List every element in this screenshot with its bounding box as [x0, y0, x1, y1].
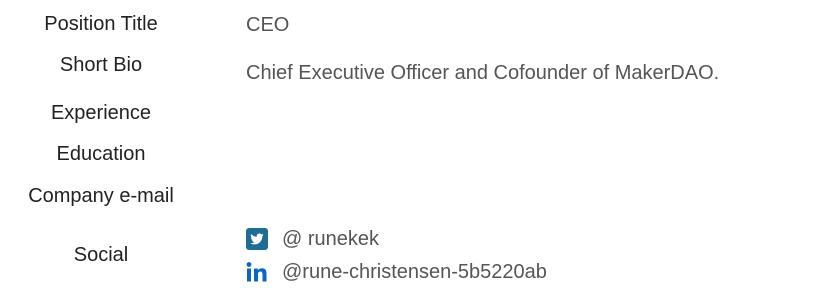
linkedin-handle: @rune-christensen-5b5220ab [282, 261, 547, 283]
field-row-experience: Experience [0, 101, 813, 133]
linkedin-icon [246, 261, 268, 283]
twitter-icon [246, 228, 268, 250]
twitter-handle: @ runekek [282, 228, 380, 250]
education-label: Education [56, 143, 146, 165]
twitter-link[interactable]: @ runekek [246, 226, 379, 252]
field-row-short-bio: Short Bio Chief Executive Officer and Co… [0, 53, 813, 85]
field-row-position-title: Position Title CEO [0, 12, 813, 44]
position-title-label: Position Title [44, 13, 158, 35]
field-row-company-email: Company e-mail [0, 184, 813, 216]
experience-label: Experience [50, 102, 152, 124]
position-title-value: CEO [246, 14, 290, 36]
field-row-social: Social @ runekek @rune-christensen-5b522… [0, 226, 813, 287]
social-label: Social [73, 244, 129, 266]
company-email-label: Company e-mail [28, 185, 174, 207]
short-bio-label: Short Bio [59, 54, 143, 76]
field-row-education: Education [0, 142, 813, 174]
linkedin-link[interactable]: @rune-christensen-5b5220ab [246, 259, 547, 285]
short-bio-value: Chief Executive Officer and Cofounder of… [246, 62, 720, 84]
